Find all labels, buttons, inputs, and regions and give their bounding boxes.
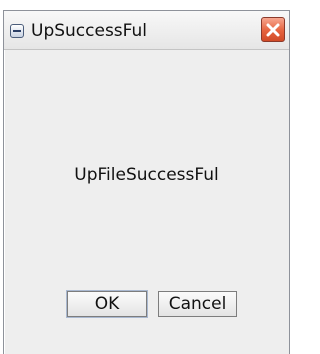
title-bar[interactable]: UpSuccessFul [4, 11, 289, 50]
window-menu-icon[interactable] [10, 24, 24, 38]
close-icon [266, 23, 280, 37]
dialog-content: UpFileSuccessFul OK Cancel [4, 50, 289, 354]
message-text: UpFileSuccessFul [74, 165, 219, 185]
close-button[interactable] [261, 17, 285, 42]
dialog-window: UpSuccessFul UpFileSuccessFul OK Cancel [3, 10, 290, 354]
cancel-button[interactable]: Cancel [158, 291, 237, 317]
window-title: UpSuccessFul [31, 21, 148, 41]
ok-button[interactable]: OK [67, 291, 147, 317]
